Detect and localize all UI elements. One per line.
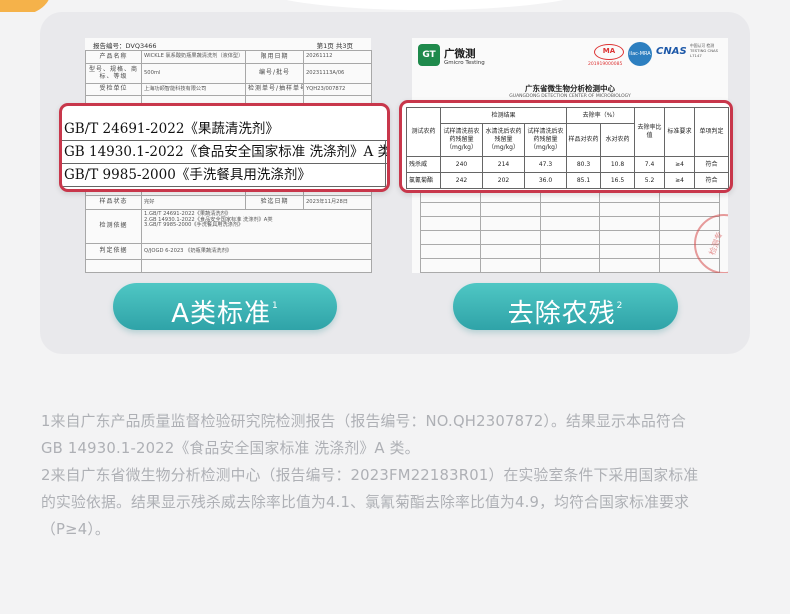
footnote-line: GB 14930.1-2022《食品安全国家标准 洗涤剂》A 类。 <box>41 440 420 457</box>
white-dish-decoration <box>260 0 590 10</box>
footnote-line: 的实验依据。结果显示残杀威去除率比值为4.1、氯氰菊酯去除率比值为4.9，均符合… <box>41 494 690 511</box>
right-report-lower-grid <box>420 188 720 273</box>
cnas-accreditation-text: 中国认可 检测 TESTING CNAS L7147 <box>690 43 719 58</box>
footnotes: 1来自广东产品质量监督检验研究院检测报告（报告编号：NO.QH2307872）。… <box>41 408 753 543</box>
lab-brand-english: Gmicro Testing <box>444 60 485 66</box>
table-row: 氯氰菊酯 242 202 36.0 85.1 16.5 5.2 ≥4 符合 <box>406 172 730 189</box>
left-report-number: 报告编号：DVQ3466 <box>93 42 157 50</box>
pesticide-removal-badge: 去除农残2 <box>453 283 678 330</box>
right-report-title-english: GUANGDONG DETECTION CENTER OF MICROBIOLO… <box>509 94 631 99</box>
right-results-callout: 测试农药 检测结果 去除率（%） 去除率比值 标准要求 单项判定 试样清洗前农药… <box>399 100 733 193</box>
footnote-line: 2来自广东省微生物分析检测中心（报告编号：2023FM22183R01）在实验室… <box>41 467 699 484</box>
footnote-line: 1来自广东产品质量监督检验研究院检测报告（报告编号：NO.QH2307872）。… <box>41 413 687 430</box>
table-row <box>85 259 372 273</box>
table-row: 判定依据 Q/JOGD 6-2023 《奶瓶果蔬清洗剂》 <box>85 243 372 260</box>
standard-line: GB/T 24691-2022《果蔬清洗剂》 <box>62 118 387 141</box>
ilac-mra-logo-icon: ilac-MRA <box>628 42 652 66</box>
standard-line: GB 14930.1-2022《食品安全国家标准 洗涤剂》A 类 <box>62 141 387 164</box>
left-report-header: 报告编号：DVQ3466 第1页 共3页 <box>85 38 371 50</box>
table-row: 样品状态 完好 验迄日期 2023年11月28日 <box>85 195 372 210</box>
cnas-logo-icon: CNAS <box>656 46 687 57</box>
table-row: 型号、规格、商标、等级 500ml 编号/批号 20231113A/06 <box>85 63 372 84</box>
right-report-title: 广东省微生物分析检测中心 <box>525 84 615 93</box>
table-row: 残杀威 240 214 47.3 80.3 10.8 7.4 ≥4 符合 <box>406 156 730 173</box>
a-class-standard-badge: A类标准1 <box>113 283 337 330</box>
pesticide-removal-table: 测试农药 检测结果 去除率（%） 去除率比值 标准要求 单项判定 试样清洗前农药… <box>406 107 730 189</box>
orange-fruit-decoration <box>0 0 50 12</box>
table-row: 检测依据 1.GB/T 24691-2022《果蔬清洗剂》 2.GB 14930… <box>85 209 372 244</box>
gmicro-logo-icon: GT <box>418 44 440 66</box>
table-header-row: 测试农药 检测结果 去除率（%） 去除率比值 标准要求 单项判定 <box>406 107 730 157</box>
left-report-page: 第1页 共3页 <box>316 42 353 50</box>
divider <box>385 141 386 187</box>
top-decoration <box>0 0 790 12</box>
left-standards-callout: GB/T 24691-2022《果蔬清洗剂》 GB 14930.1-2022《食… <box>59 103 390 192</box>
cma-mark-icon: MA <box>594 44 624 60</box>
table-row: 产品名称 WICKLE 氯系酸奶瓶果蔬清洗剂（液体型） 限用日期 2026111… <box>85 50 372 64</box>
standard-line: GB/T 9985-2000《手洗餐具用洗涤剂》 <box>62 164 387 187</box>
cma-number: 201919000085 <box>588 62 623 67</box>
footnote-line: （P≥4）。 <box>41 521 110 538</box>
lab-brand-name: 广微测 <box>444 48 476 60</box>
table-row: 受检单位 上海功颉智能科技有限公司 检测单号/抽样单号 YQH23/007872 <box>85 83 372 96</box>
